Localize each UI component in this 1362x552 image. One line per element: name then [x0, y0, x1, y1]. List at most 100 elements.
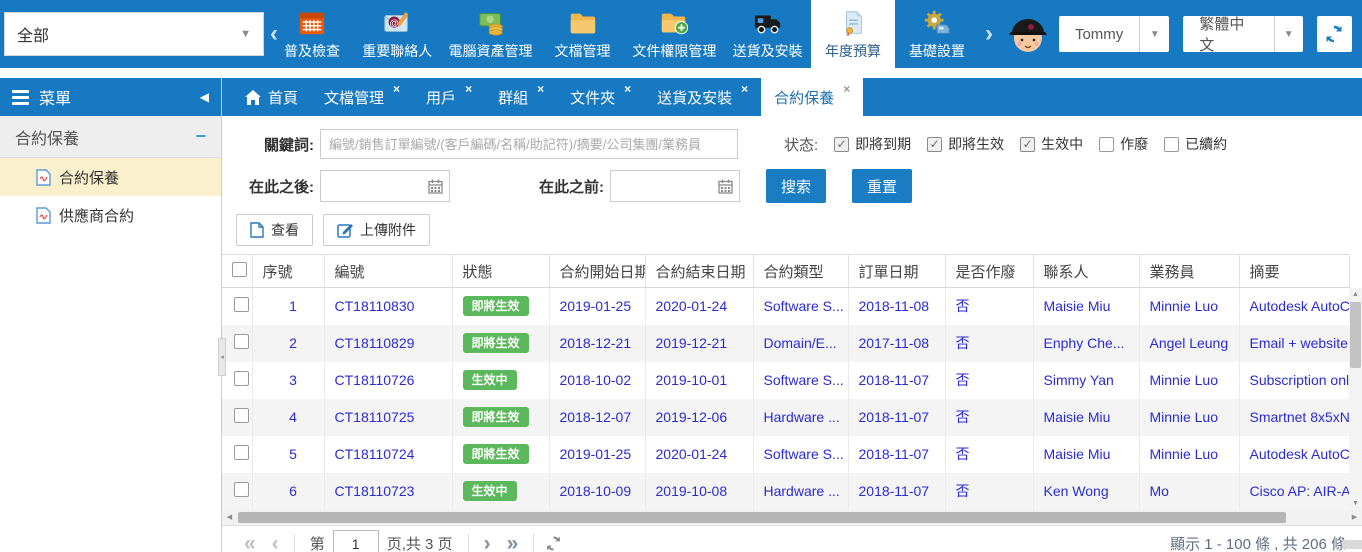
prev-page-button[interactable]: ‹	[264, 533, 287, 552]
topnav-item-computer-assets[interactable]: 電腦資產管理	[441, 0, 541, 68]
topnav-item-file-permission[interactable]: 文件權限管理	[624, 0, 724, 68]
col-serial[interactable]: 序號	[252, 255, 324, 288]
close-icon[interactable]: ×	[741, 82, 748, 96]
date-after-input[interactable]	[320, 170, 450, 202]
avatar[interactable]	[1005, 11, 1051, 57]
checkbox-checked-icon[interactable]	[927, 137, 942, 152]
row-serial-link[interactable]: 2	[289, 335, 297, 351]
row-checkbox[interactable]	[234, 408, 249, 423]
grid-refresh-button[interactable]	[545, 535, 562, 552]
sidebar-item-supplier-contract[interactable]: 供應商合約	[0, 196, 221, 234]
row-checkbox[interactable]	[234, 482, 249, 497]
col-start-date[interactable]: 合約開始日期	[549, 255, 645, 288]
close-icon[interactable]: ×	[537, 82, 544, 96]
row-code-link[interactable]: CT18110829	[335, 335, 415, 351]
scope-select[interactable]: 全部 ▼	[4, 12, 264, 56]
checkbox-checked-icon[interactable]	[834, 137, 849, 152]
row-code-link[interactable]: CT18110726	[335, 372, 415, 388]
sidebar-resize-handle[interactable]: ◂	[218, 338, 226, 376]
row-serial-link[interactable]: 6	[289, 483, 297, 499]
vertical-scrollbar[interactable]: ▲ ▼	[1349, 288, 1362, 510]
date-before-input[interactable]	[610, 170, 740, 202]
topnav-item-documents[interactable]: 文檔管理	[540, 0, 624, 68]
col-salesman[interactable]: 業務員	[1139, 255, 1239, 288]
caret-down-icon[interactable]: ▼	[1139, 16, 1169, 52]
scroll-left-icon[interactable]: ◀	[222, 513, 237, 521]
status-option-effective-soon[interactable]: 即將生效	[927, 134, 1004, 154]
tab-document-management[interactable]: 文檔管理 ×	[311, 78, 413, 116]
col-status[interactable]: 狀態	[452, 255, 549, 288]
user-menu[interactable]: Tommy ▼	[1059, 16, 1169, 52]
status-option-active[interactable]: 生效中	[1020, 134, 1083, 154]
row-code-link[interactable]: CT18110724	[335, 446, 415, 462]
collapse-minus-icon[interactable]: −	[195, 126, 206, 147]
scroll-down-icon[interactable]: ▼	[1349, 497, 1362, 510]
row-code-link[interactable]: CT18110830	[335, 298, 415, 314]
row-checkbox[interactable]	[234, 445, 249, 460]
col-contact[interactable]: 聯系人	[1033, 255, 1139, 288]
upload-attachment-button[interactable]: 上傳附件	[323, 214, 430, 246]
sidebar-collapse-icon[interactable]: ◀	[200, 90, 209, 104]
horizontal-scrollbar[interactable]: ◀ ▶	[222, 510, 1362, 525]
topnav-item-settings[interactable]: 基礎設置	[895, 0, 979, 68]
status-option-voided[interactable]: 作廢	[1099, 134, 1148, 154]
nav-scroll-left-icon[interactable]: ‹	[264, 0, 284, 68]
scroll-right-icon[interactable]: ▶	[1347, 513, 1362, 521]
table-row[interactable]: 1 CT18110830 即將生效 2019-01-25 2020-01-24 …	[222, 288, 1349, 325]
row-serial-link[interactable]: 1	[289, 298, 297, 314]
row-checkbox[interactable]	[234, 297, 249, 312]
nav-scroll-right-icon[interactable]: ›	[979, 0, 999, 68]
table-row[interactable]: 4 CT18110725 即將生效 2018-12-07 2019-12-06 …	[222, 399, 1349, 436]
close-icon[interactable]: ×	[624, 82, 631, 96]
checkbox-icon[interactable]	[1164, 137, 1179, 152]
table-row[interactable]: 6 CT18110723 生效中 2018-10-09 2019-10-08 H…	[222, 473, 1349, 510]
view-button[interactable]: 查看	[236, 214, 313, 246]
table-row[interactable]: 3 CT18110726 生效中 2018-10-02 2019-10-01 S…	[222, 362, 1349, 399]
page-number-input[interactable]	[333, 530, 379, 552]
row-checkbox[interactable]	[234, 334, 249, 349]
col-summary[interactable]: 摘要	[1239, 255, 1349, 288]
topbar-refresh-button[interactable]	[1317, 16, 1352, 52]
col-order-date[interactable]: 訂單日期	[848, 255, 945, 288]
table-row[interactable]: 5 CT18110724 即將生效 2019-01-25 2020-01-24 …	[222, 436, 1349, 473]
last-page-button[interactable]: »	[499, 533, 527, 552]
col-type[interactable]: 合約類型	[753, 255, 848, 288]
close-icon[interactable]: ×	[465, 82, 472, 96]
topnav-item-contacts[interactable]: @ 重要聯絡人	[354, 0, 441, 68]
tab-home[interactable]: 首頁	[232, 78, 311, 116]
first-page-button[interactable]: «	[236, 533, 264, 552]
calendar-icon[interactable]	[428, 179, 443, 194]
table-row[interactable]: 2 CT18110829 即將生效 2018-12-21 2019-12-21 …	[222, 325, 1349, 362]
row-code-link[interactable]: CT18110725	[335, 409, 415, 425]
tab-users[interactable]: 用戶 ×	[413, 78, 485, 116]
close-icon[interactable]: ×	[843, 82, 850, 96]
keyword-input[interactable]	[320, 129, 738, 159]
reset-button[interactable]: 重置	[852, 169, 912, 203]
horizontal-scroll-thumb[interactable]	[238, 512, 1286, 523]
sidebar-group-contract[interactable]: 合約保養 −	[0, 116, 221, 158]
close-icon[interactable]: ×	[393, 82, 400, 96]
tab-folders[interactable]: 文件夾 ×	[557, 78, 644, 116]
tab-delivery[interactable]: 送貨及安裝 ×	[644, 78, 761, 116]
tab-contract-maintenance[interactable]: 合約保養 ×	[761, 78, 863, 116]
col-voided[interactable]: 是否作廢	[945, 255, 1033, 288]
status-option-expiring[interactable]: 即將到期	[834, 134, 911, 154]
col-code[interactable]: 編號	[324, 255, 452, 288]
col-end-date[interactable]: 合約結束日期	[645, 255, 753, 288]
caret-down-icon[interactable]: ▼	[1274, 16, 1303, 52]
next-page-button[interactable]: ›	[476, 533, 499, 552]
checkbox-icon[interactable]	[1099, 137, 1114, 152]
topnav-item-delivery[interactable]: 送貨及安裝	[724, 0, 811, 68]
search-button[interactable]: 搜索	[766, 169, 826, 203]
date-before-field[interactable]	[611, 171, 718, 201]
checkbox-checked-icon[interactable]	[1020, 137, 1035, 152]
row-serial-link[interactable]: 5	[289, 446, 297, 462]
select-all-checkbox[interactable]	[232, 262, 247, 277]
vertical-scroll-thumb[interactable]	[1350, 302, 1361, 368]
row-serial-link[interactable]: 3	[289, 372, 297, 388]
language-menu[interactable]: 繁體中文 ▼	[1183, 16, 1302, 52]
topnav-item-inspection[interactable]: 普及檢查	[284, 0, 354, 68]
row-serial-link[interactable]: 4	[289, 409, 297, 425]
scroll-up-icon[interactable]: ▲	[1349, 288, 1362, 301]
row-checkbox[interactable]	[234, 371, 249, 386]
